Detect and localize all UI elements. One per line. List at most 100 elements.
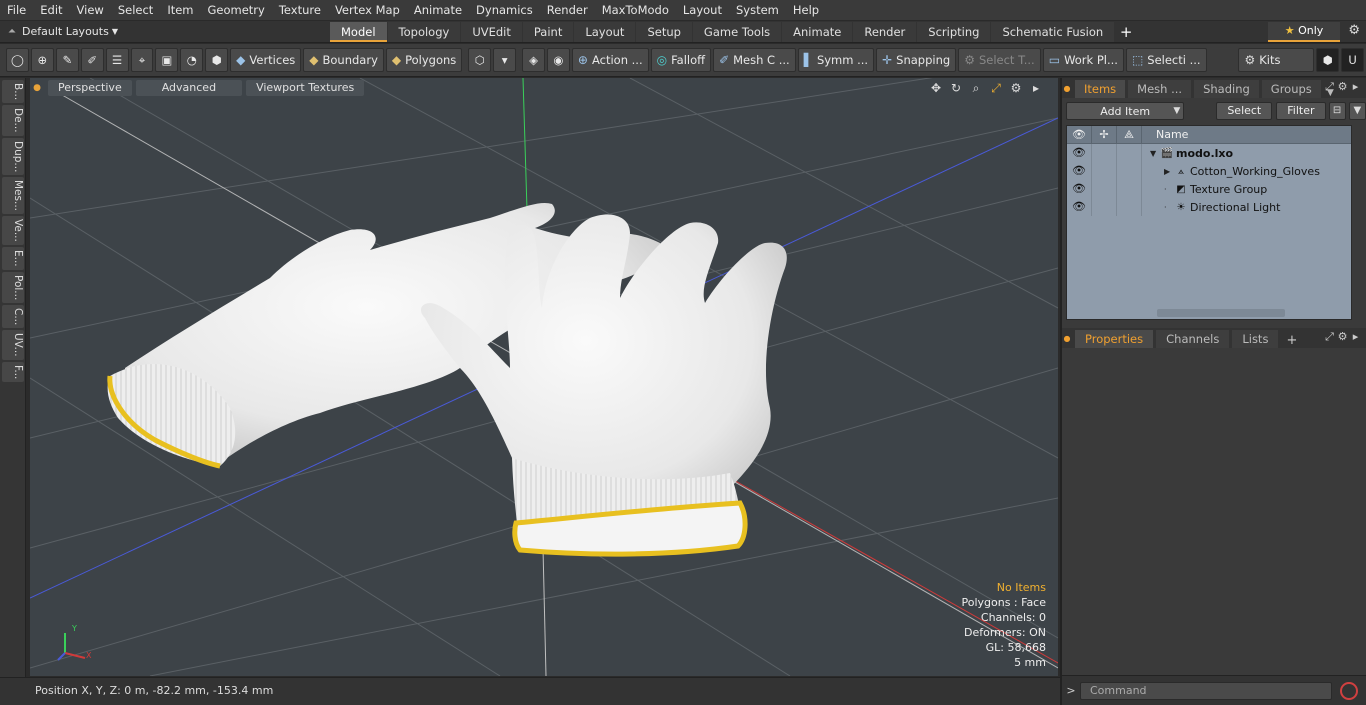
viewport-canvas[interactable]: Y X	[30, 78, 1058, 676]
menu-item-edit[interactable]: Edit	[33, 0, 69, 21]
select-through-button[interactable]: ⚙ Select T...	[958, 48, 1041, 72]
mesh-constraints-button[interactable]: ✐ Mesh C ...	[713, 48, 796, 72]
collapse-icon[interactable]: ⏶	[8, 26, 22, 37]
polygons-button[interactable]: ◆ Polygons	[385, 48, 463, 72]
collapse-all-icon[interactable]: ⊟	[1328, 102, 1346, 120]
item-mode-icon[interactable]: ⬢	[205, 48, 229, 72]
panel-menu-icon[interactable]: ●	[1062, 78, 1072, 98]
tab-uvedit[interactable]: UVEdit	[461, 21, 522, 42]
left-tab-7[interactable]: C...	[2, 305, 24, 329]
rotate-view-icon[interactable]: ↻	[946, 81, 966, 96]
transform-icon[interactable]: ⌖	[130, 48, 154, 72]
left-tab-9[interactable]: F...	[2, 361, 24, 383]
lock-cell[interactable]	[1092, 180, 1117, 198]
record-icon[interactable]	[1340, 681, 1358, 700]
left-tab-2[interactable]: Dup...	[2, 137, 24, 176]
menu-item-layout[interactable]: Layout	[676, 0, 729, 21]
left-tab-4[interactable]: Ve...	[2, 216, 24, 246]
brush-icon[interactable]: ✐	[80, 48, 104, 72]
pen-tool-icon[interactable]: ✎	[55, 48, 79, 72]
tab-scripting[interactable]: Scripting	[917, 21, 991, 42]
workplane-button[interactable]: ▭ Work Pl...	[1042, 48, 1124, 72]
panel-tab-2[interactable]: Shading	[1194, 80, 1259, 98]
name-column-header[interactable]: Name	[1142, 128, 1188, 141]
collapsed-arrow-icon[interactable]: ·	[1164, 203, 1174, 212]
menu-item-geometry[interactable]: Geometry	[201, 0, 272, 21]
lock-cell[interactable]	[1092, 162, 1117, 180]
tab-setup[interactable]: Setup	[636, 21, 692, 42]
perspective-button[interactable]: Perspective	[48, 80, 132, 96]
advanced-button[interactable]: Advanced	[135, 80, 243, 96]
tab-render[interactable]: Render	[853, 21, 917, 42]
vertices-button[interactable]: ◆ Vertices	[230, 48, 302, 72]
panel-tab-3[interactable]: Groups	[1261, 80, 1321, 98]
type-column-icon[interactable]: ⟁	[1117, 125, 1142, 144]
menu-item-dynamics[interactable]: Dynamics	[469, 0, 540, 21]
tab-animate[interactable]: Animate	[782, 21, 853, 42]
select-button[interactable]: Select	[1216, 102, 1273, 120]
left-tab-0[interactable]: B...	[2, 80, 24, 104]
select-mode-icon[interactable]: ◉	[547, 48, 570, 72]
tree-row[interactable]: 👁 ▶ ⟑ Cotton_Working_Gloves	[1067, 162, 1351, 180]
tab-schematic-fusion[interactable]: Schematic Fusion	[991, 21, 1115, 42]
tab-game-tools[interactable]: Game Tools	[692, 21, 782, 42]
panel-tab-0[interactable]: Items	[1075, 80, 1126, 98]
filter-button[interactable]: Filter	[1276, 102, 1326, 120]
tree-row[interactable]: 👁 · ◩ Texture Group	[1067, 180, 1351, 198]
material-mode-icon[interactable]: ⬡	[468, 48, 492, 72]
expanded-arrow-icon[interactable]: ▼	[1150, 149, 1160, 158]
visibility-column-icon[interactable]: 👁	[1067, 125, 1092, 144]
lock-column-icon[interactable]: ✢	[1092, 125, 1117, 144]
expand-panel-icon[interactable]: ⤢	[1323, 80, 1336, 94]
panel-arrow-icon[interactable]: ▸	[1349, 80, 1362, 94]
snap-mode-icon[interactable]: ◈	[522, 48, 545, 72]
funnel-icon[interactable]: ▼	[1348, 102, 1366, 120]
element-icon[interactable]: ▣	[155, 48, 179, 72]
dropdown-icon[interactable]: ▾	[493, 48, 517, 72]
zoom-icon[interactable]: ⌕	[966, 81, 986, 96]
tree-row[interactable]: 👁 ▼ 🎬 modo.lxo	[1067, 144, 1351, 162]
menu-item-select[interactable]: Select	[111, 0, 160, 21]
unity-icon[interactable]: ⬢	[1316, 48, 1340, 72]
maximize-icon[interactable]: ⤢	[986, 81, 1006, 96]
menu-item-render[interactable]: Render	[540, 0, 595, 21]
visibility-eye-icon[interactable]: 👁	[1067, 144, 1092, 162]
symmetry-button[interactable]: ▌ Symm ...	[797, 48, 875, 72]
lock-cell[interactable]	[1092, 198, 1117, 216]
action-center-button[interactable]: ⊕ Action ...	[571, 48, 649, 72]
properties-tab-properties[interactable]: Properties	[1075, 330, 1154, 348]
tree-row[interactable]: 👁 · ☀ Directional Light	[1067, 198, 1351, 216]
left-tab-6[interactable]: Pol...	[2, 271, 24, 304]
lock-cell[interactable]	[1092, 144, 1117, 162]
select-circle-button[interactable]: ◯	[6, 48, 29, 72]
properties-tab-channels[interactable]: Channels	[1156, 330, 1230, 348]
left-tab-1[interactable]: De...	[2, 105, 24, 136]
properties-arrow-icon[interactable]: ▸	[1349, 330, 1362, 344]
add-item-button[interactable]: Add Item ▼	[1066, 102, 1185, 120]
move-view-icon[interactable]: ✥	[926, 81, 946, 96]
falloff-button[interactable]: ◎ Falloff	[650, 48, 712, 72]
only-toggle[interactable]: ★ Only	[1268, 22, 1340, 42]
tab-layout[interactable]: Layout	[574, 21, 636, 42]
menu-item-system[interactable]: System	[729, 0, 786, 21]
tab-model[interactable]: Model	[330, 21, 387, 42]
properties-menu-icon[interactable]: ●	[1062, 328, 1072, 348]
panel-tab-1[interactable]: Mesh ...	[1128, 80, 1192, 98]
menu-item-vertex-map[interactable]: Vertex Map	[328, 0, 407, 21]
tree-scrollbar[interactable]	[1157, 309, 1285, 317]
expand-properties-icon[interactable]: ⤢	[1323, 330, 1336, 344]
visibility-eye-icon[interactable]: 👁	[1067, 180, 1092, 198]
command-input[interactable]: Command	[1080, 681, 1332, 700]
play-icon[interactable]: ▸	[1026, 81, 1046, 96]
properties-tab-lists[interactable]: Lists	[1232, 330, 1279, 348]
menu-item-view[interactable]: View	[70, 0, 111, 21]
unreal-icon[interactable]: U	[1341, 48, 1364, 72]
tab-paint[interactable]: Paint	[522, 21, 574, 42]
snapping-button[interactable]: ✛ Snapping	[876, 48, 957, 72]
left-tab-3[interactable]: Mes...	[2, 177, 24, 215]
collapsed-arrow-icon[interactable]: ▶	[1164, 167, 1174, 176]
menu-item-item[interactable]: Item	[160, 0, 200, 21]
visibility-eye-icon[interactable]: 👁	[1067, 162, 1092, 180]
menu-item-texture[interactable]: Texture	[272, 0, 328, 21]
rotate-icon[interactable]: ◔	[180, 48, 204, 72]
